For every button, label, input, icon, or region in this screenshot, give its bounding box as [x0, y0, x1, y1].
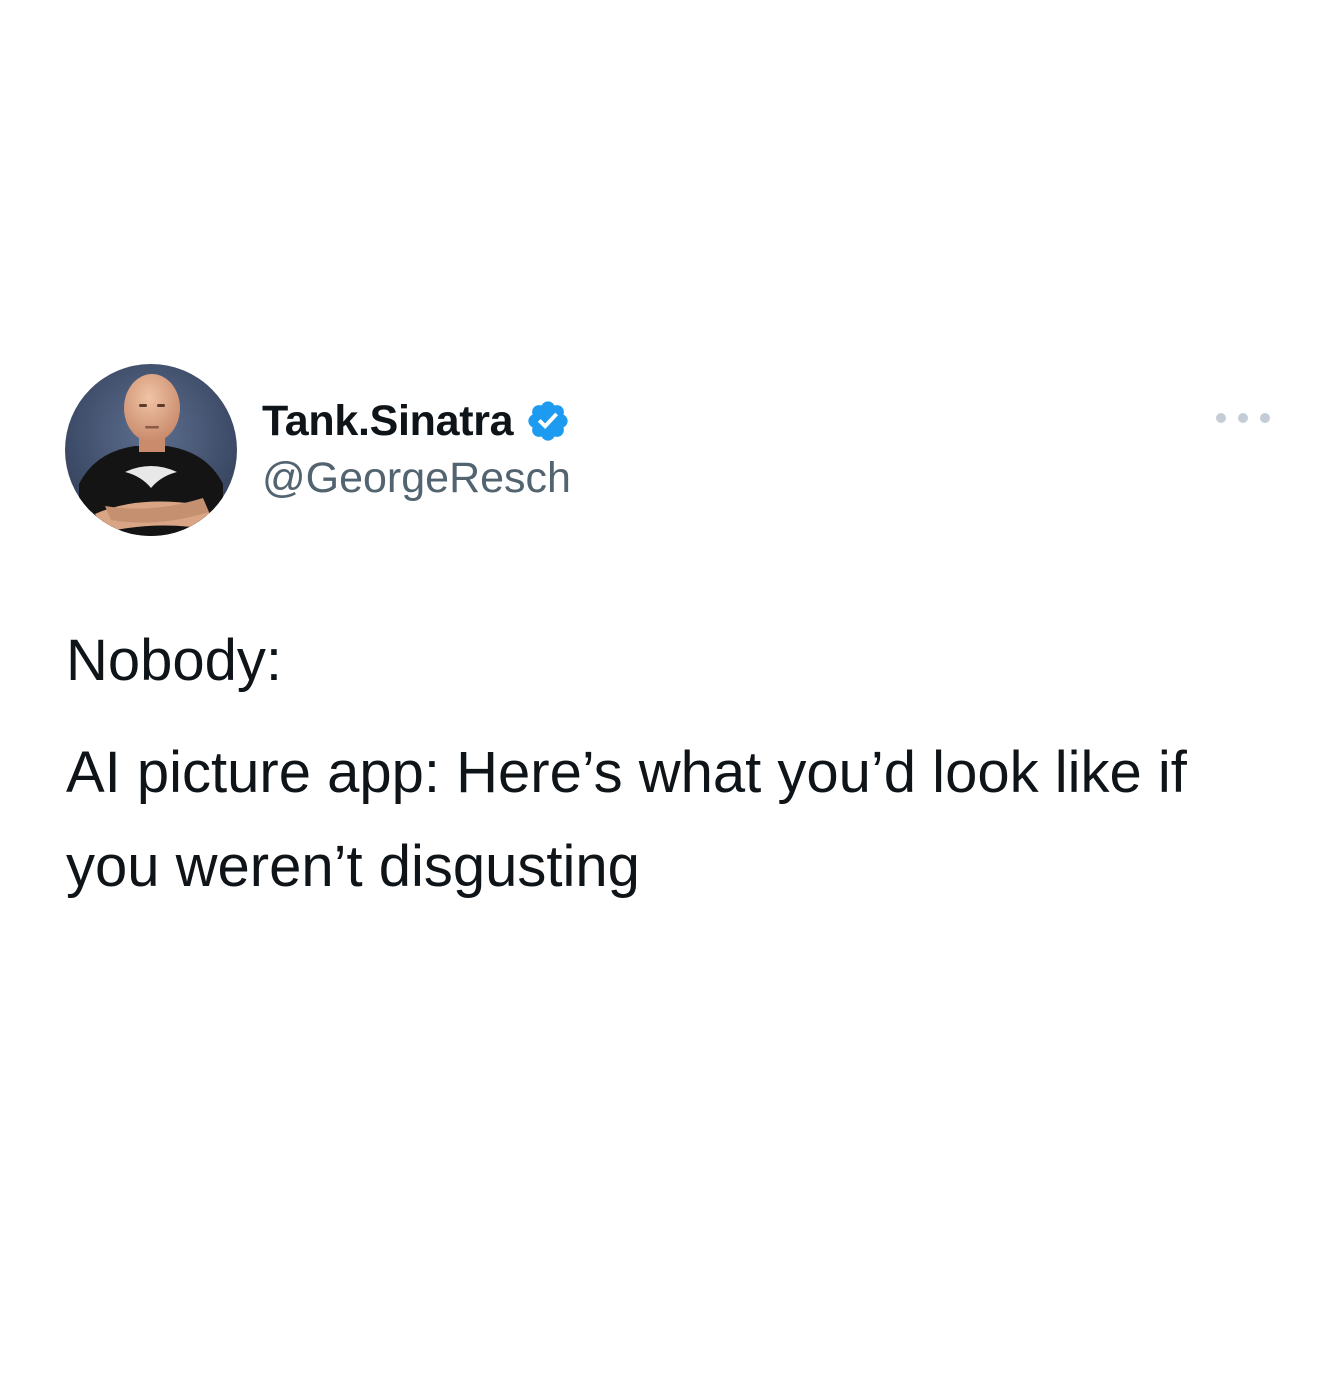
avatar-image — [65, 364, 237, 536]
ellipsis-icon[interactable] — [1216, 400, 1270, 436]
tweet-card: Tank.Sinatra @GeorgeResch Nobody: AI pic… — [0, 0, 1331, 1379]
tweet-body: Nobody: AI picture app: Here’s what you’… — [66, 614, 1276, 914]
tweet-line: Nobody: — [66, 628, 283, 693]
tweet-line: AI picture app: Here’s what you’d look l… — [66, 740, 1187, 899]
avatar[interactable] — [65, 364, 237, 536]
author-name-row: Tank.Sinatra — [262, 392, 571, 450]
dot — [1260, 413, 1270, 423]
dot — [1238, 413, 1248, 423]
display-name[interactable]: Tank.Sinatra — [262, 397, 514, 446]
dot — [1216, 413, 1226, 423]
verified-badge-icon — [525, 398, 571, 444]
author-handle[interactable]: @GeorgeResch — [262, 454, 571, 503]
